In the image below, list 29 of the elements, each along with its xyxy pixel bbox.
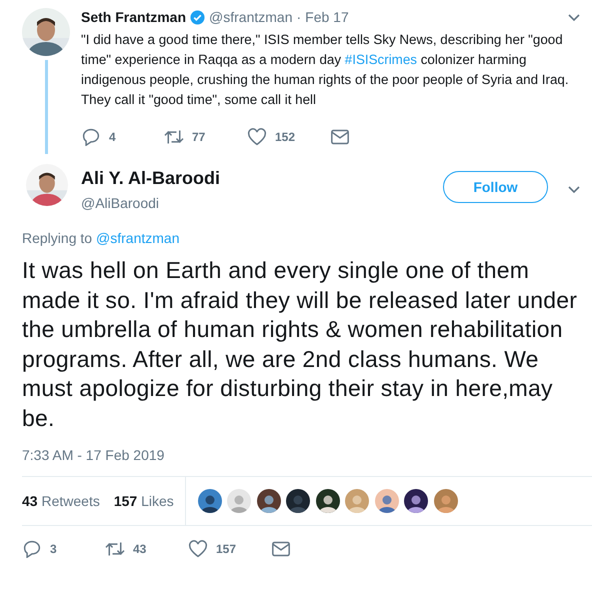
action-count: 152 [275, 130, 296, 144]
follow-button[interactable]: Follow [443, 171, 548, 203]
tweet-date[interactable]: Feb 17 [305, 9, 349, 25]
envelope-icon[interactable] [271, 540, 291, 558]
retweet-icon[interactable] [105, 540, 125, 558]
stat-link[interactable]: 157 Likes [114, 493, 174, 509]
reply-icon[interactable] [22, 540, 42, 558]
replying-label: Replying to [22, 230, 92, 246]
action-count: 77 [192, 130, 206, 144]
separator-dot: · [296, 9, 302, 25]
tweet-timestamp[interactable]: 7:33 AM - 17 Feb 2019 [22, 447, 582, 463]
heart-icon[interactable] [247, 128, 267, 146]
author-handle[interactable]: @sfrantzman [209, 9, 292, 25]
author-name[interactable]: Ali Y. Al-Baroodi [81, 168, 220, 189]
heart-icon[interactable] [188, 540, 208, 558]
action-count: 43 [133, 542, 146, 556]
mention-link[interactable]: @sfrantzman [96, 230, 180, 246]
stat-link[interactable]: 43 Retweets [22, 493, 100, 509]
retweet-icon[interactable] [164, 128, 184, 146]
hashtag-link[interactable]: #ISIScrimes [344, 52, 417, 67]
tweet-text: "I did have a good time there," ISIS member tells Sky News, describing her "good time" experience in Raqqa as a modern day #ISIScrimes colonizer harming indigenous people, crushing the human rights of the poor people of Syria and Iraq. They call it "good time", some call it hell [81, 31, 570, 109]
action-count: 157 [216, 542, 236, 556]
action-count: 4 [109, 130, 116, 144]
author-name[interactable]: Seth Frantzman [81, 9, 186, 25]
author-handle[interactable]: @AliBaroodi [81, 195, 220, 211]
action-count: 3 [50, 542, 57, 556]
tweet-text: It was hell on Earth and every single one of them made it so. I'm afraid they will be released later under the umbrella of human rights & women rehabilitation programs. After all, we are 2nd class humans. We must apologize for disturbing their stay in here,may be. [22, 256, 578, 432]
envelope-icon[interactable] [330, 128, 350, 146]
reply-icon[interactable] [81, 128, 101, 146]
